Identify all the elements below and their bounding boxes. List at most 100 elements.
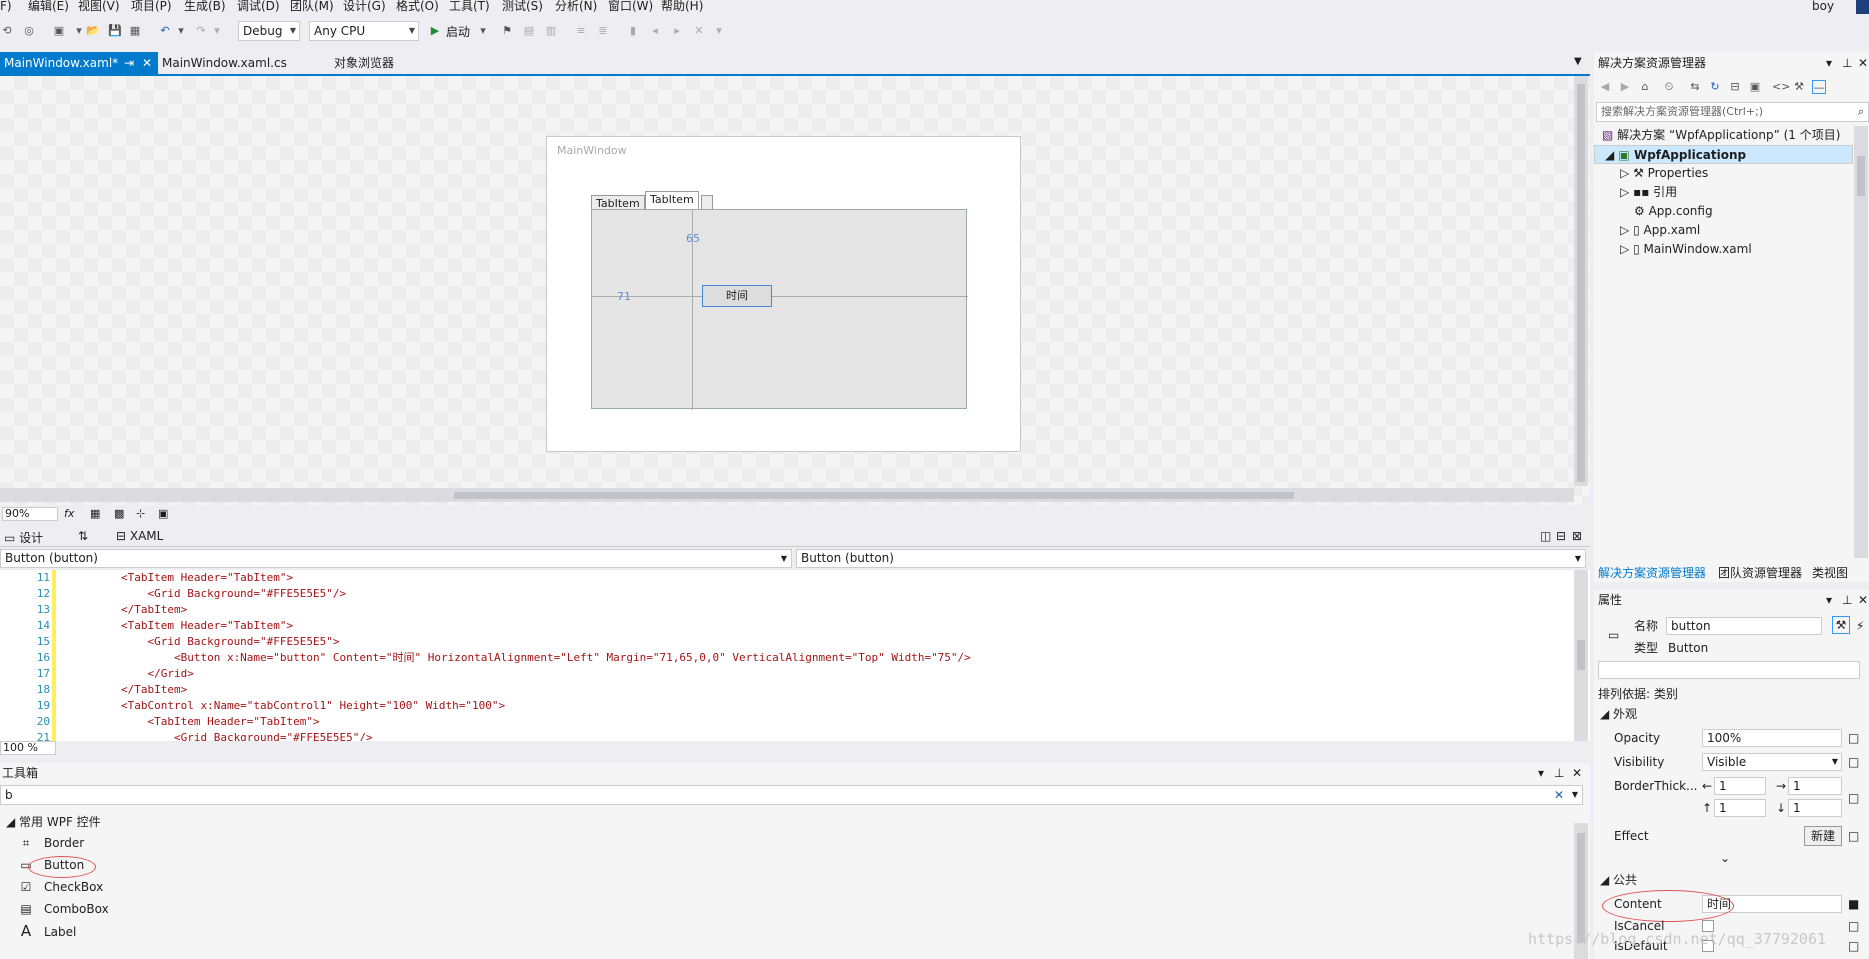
fx-icon[interactable]: fx <box>64 507 74 520</box>
border-left-input[interactable]: 1 <box>1714 777 1766 795</box>
undo-icon[interactable]: ↶ <box>158 24 172 38</box>
home-icon[interactable]: ⌂ <box>1638 80 1652 94</box>
preview-icon[interactable]: — <box>1812 80 1826 94</box>
marker-icon[interactable]: □ <box>1848 826 1859 846</box>
toolbox-item-checkbox[interactable]: ☑ CheckBox <box>18 877 104 897</box>
properties-icon[interactable]: ⚒ <box>1832 616 1850 634</box>
menu-tools[interactable]: 工具(T) <box>449 0 490 12</box>
dropdown-icon[interactable]: ▾ <box>72 24 86 38</box>
redo-icon[interactable]: ↷ <box>194 24 208 38</box>
toolbox-category[interactable]: ◢ 常用 WPF 控件 <box>6 813 101 830</box>
pin-icon[interactable]: ⇥ <box>124 52 134 74</box>
menu-format[interactable]: 格式(O) <box>396 0 439 12</box>
toolbox-search-input[interactable]: b ✕ ▼ <box>0 785 1583 805</box>
uncomment-icon[interactable]: ≣ <box>596 24 610 38</box>
undo-dropdown-icon[interactable]: ▾ <box>174 24 188 38</box>
close-icon[interactable]: ✕ <box>1572 763 1582 783</box>
save-all-icon[interactable]: ▦ <box>128 24 142 38</box>
designer-window[interactable]: MainWindow TabItem TabItem 65 71 时间 <box>546 136 1021 452</box>
xaml-tab[interactable]: ⊟ XAML <box>116 529 163 543</box>
user-name[interactable]: boy <box>1812 0 1834 12</box>
close-icon[interactable]: ✕ <box>1858 52 1868 74</box>
user-avatar[interactable] <box>1856 0 1869 14</box>
visibility-select[interactable]: Visible ▼ <box>1702 753 1842 771</box>
designer-button[interactable]: 时间 <box>702 285 772 307</box>
swap-panes-icon[interactable]: ⇅ <box>78 529 88 543</box>
tree-mainwindow-xaml[interactable]: ▷ ▯ MainWindow.xaml <box>1620 240 1752 259</box>
config-select[interactable]: Debug ▼ <box>238 21 300 41</box>
editor-vscroll[interactable] <box>1574 570 1588 741</box>
menu-team[interactable]: 团队(M) <box>290 0 334 12</box>
dropdown-icon[interactable]: ▾ <box>1826 52 1832 74</box>
border-bottom-input[interactable]: 1 <box>1788 799 1842 817</box>
designer-surface[interactable]: MainWindow TabItem TabItem 65 71 时间 <box>0 74 1590 508</box>
menu-view[interactable]: 视图(V) <box>78 0 120 12</box>
tree-references[interactable]: ▷ ▪▪ 引用 <box>1620 183 1677 202</box>
toolbox-item-border[interactable]: ⌗ Border <box>18 833 85 853</box>
opacity-input[interactable]: 100% <box>1702 729 1842 747</box>
tab-mainwindow-xaml[interactable]: MainWindow.xaml* ⇥ ✕ <box>0 52 158 74</box>
menu-debug[interactable]: 调试(D) <box>237 0 280 12</box>
properties-search-input[interactable] <box>1598 661 1860 679</box>
tree-app-xaml[interactable]: ▷ ▯ App.xaml <box>1620 221 1700 240</box>
toolbox-item-label[interactable]: A Label <box>18 921 77 941</box>
properties-icon[interactable]: ⚒ <box>1792 80 1806 94</box>
design-tab[interactable]: ▭ 设计 <box>4 529 43 546</box>
menu-help[interactable]: 帮助(H) <box>661 0 703 12</box>
designer-hscroll[interactable] <box>0 488 1574 502</box>
name-input[interactable]: button <box>1666 617 1822 635</box>
xaml-editor[interactable]: 11 <TabItem Header="TabItem"> 12 <Grid B… <box>0 570 1590 744</box>
tab-mainwindow-xaml-cs[interactable]: MainWindow.xaml.cs <box>158 52 291 74</box>
clear-icon[interactable]: ✕ <box>1554 786 1564 804</box>
collapse-pane-icon[interactable]: ⊠ <box>1572 529 1582 543</box>
pin-icon[interactable]: ⊥ <box>1842 52 1852 74</box>
tree-app-config[interactable]: ⚙ App.config <box>1634 202 1713 221</box>
menu-analyze[interactable]: 分析(N) <box>555 0 597 12</box>
bookmark-icon[interactable]: ▮ <box>626 24 640 38</box>
editor-zoom-select[interactable]: 100 % <box>0 741 56 755</box>
marker-icon[interactable]: □ <box>1848 936 1859 956</box>
dropdown-icon[interactable]: ▾ <box>1826 590 1832 610</box>
marker-icon[interactable]: □ <box>1848 788 1859 808</box>
solution-search-input[interactable]: 搜索解决方案资源管理器(Ctrl+;) ⌕ <box>1596 102 1869 122</box>
dropdown-icon[interactable]: ▾ <box>1538 763 1544 783</box>
marker-icon[interactable]: □ <box>1848 752 1859 772</box>
menu-window[interactable]: 窗口(W) <box>608 0 653 12</box>
group-appearance[interactable]: ◢ 外观 <box>1594 704 1869 724</box>
redo-dropdown-icon[interactable]: ▾ <box>210 24 224 38</box>
menu-file[interactable]: F) <box>0 0 12 12</box>
expand-more[interactable]: ⌄ <box>1594 848 1869 868</box>
chevron-down-icon[interactable]: ▼ <box>1572 786 1578 804</box>
tab-object-browser[interactable]: 对象浏览器 <box>330 52 398 74</box>
save-icon[interactable]: 💾 <box>108 24 122 38</box>
forward-icon[interactable]: ▶ <box>1618 80 1632 94</box>
menu-project[interactable]: 项目(P) <box>131 0 172 12</box>
designer-vscroll[interactable] <box>1574 76 1588 486</box>
marker-icon[interactable]: □ <box>1848 728 1859 748</box>
menu-build[interactable]: 生成(B) <box>184 0 226 12</box>
pin-icon[interactable]: ⊥ <box>1554 763 1564 783</box>
layout-icon[interactable]: ▤ <box>522 24 536 38</box>
grid-icon[interactable]: ▦ <box>90 507 100 520</box>
tab-solution-explorer[interactable]: 解决方案资源管理器 <box>1598 564 1706 581</box>
element-selector-left[interactable]: Button (button) ▼ <box>0 549 792 568</box>
pin-icon[interactable]: ⊥ <box>1842 590 1852 610</box>
comment-icon[interactable]: ≡ <box>574 24 588 38</box>
new-project-icon[interactable]: ▣ <box>52 24 66 38</box>
start-button[interactable]: 启动 <box>446 23 470 40</box>
toolbar-options-icon[interactable]: ▾ <box>712 24 726 38</box>
attach-icon[interactable]: ⚑ <box>500 24 514 38</box>
menu-design[interactable]: 设计(G) <box>343 0 386 12</box>
border-top-input[interactable]: 1 <box>1714 799 1766 817</box>
zoom-select[interactable]: 90% <box>2 507 58 521</box>
back-icon[interactable]: ⟲ <box>0 24 14 38</box>
close-icon[interactable]: ✕ <box>142 52 152 74</box>
refresh-icon[interactable]: ↻ <box>1708 80 1722 94</box>
layout-rounding-icon[interactable]: ▣ <box>158 507 168 520</box>
view-code-icon[interactable]: <> <box>1772 80 1790 94</box>
menu-edit[interactable]: 编辑(E) <box>28 0 69 12</box>
snap-grid-icon[interactable]: ▩ <box>114 507 124 520</box>
start-icon[interactable]: ▶ <box>428 24 442 38</box>
show-all-files-icon[interactable]: ▣ <box>1748 80 1762 94</box>
close-icon[interactable]: ✕ <box>1858 590 1868 610</box>
